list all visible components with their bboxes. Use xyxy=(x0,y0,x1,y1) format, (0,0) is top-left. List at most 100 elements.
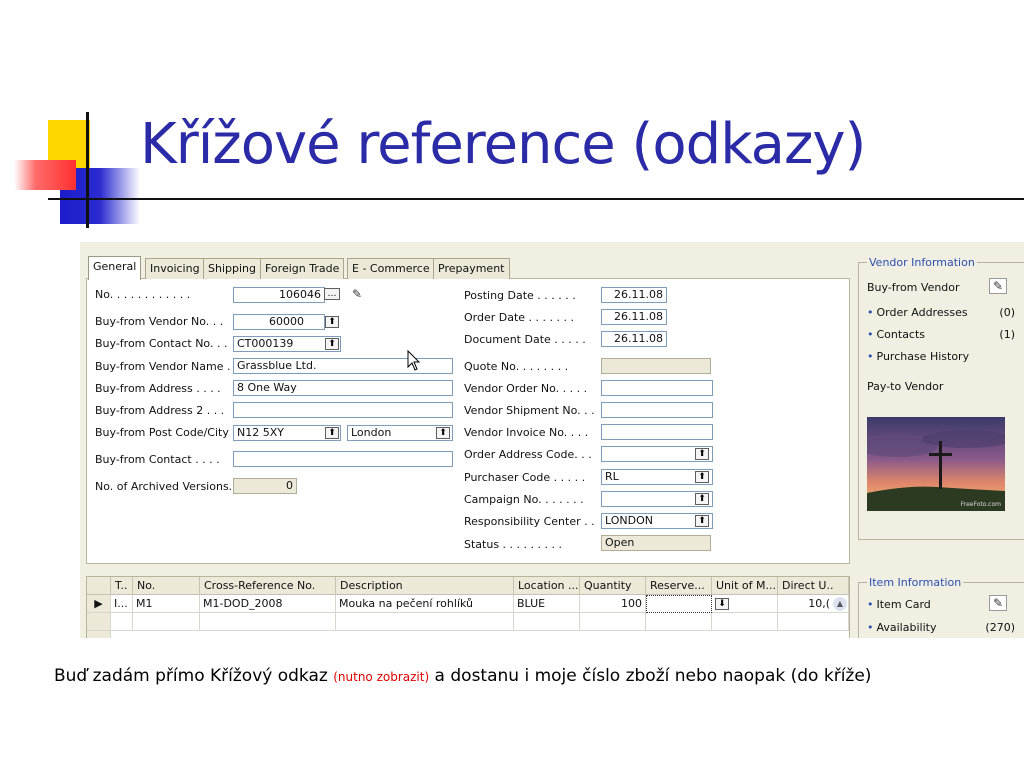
vendor-information-factbox: Vendor Information Buy-from Vendor ✎ • Or… xyxy=(858,256,1024,540)
field-label-buy-from-post-code-city: Buy-from Post Code/City xyxy=(95,426,229,439)
pencil-icon[interactable]: ✎ xyxy=(989,278,1007,294)
row-selector[interactable] xyxy=(87,631,111,638)
line-cross-reference-cell[interactable]: M1-DOD_2008 xyxy=(200,595,336,613)
empty-cell[interactable] xyxy=(336,613,514,631)
vendor-information-title: Vendor Information xyxy=(867,256,977,269)
field-label-buy-from-vendor-no: Buy-from Vendor No. . . xyxy=(95,315,224,328)
vendor-invoice-no-field[interactable] xyxy=(601,424,713,440)
grid-header-description[interactable]: Description xyxy=(336,577,514,595)
arrow-up-icon[interactable]: ⬆ xyxy=(695,493,709,505)
line-location-cell[interactable]: BLUE xyxy=(514,595,580,613)
availability-count: (270) xyxy=(985,621,1015,634)
empty-cell[interactable] xyxy=(200,613,336,631)
empty-cell[interactable] xyxy=(778,613,849,631)
empty-cell[interactable] xyxy=(111,613,133,631)
vendor-order-no-field[interactable] xyxy=(601,380,713,396)
field-label-document-date: Document Date . . . . . xyxy=(464,333,586,346)
tab-prepayment[interactable]: Prepayment xyxy=(433,258,510,279)
buy-from-contact-field[interactable] xyxy=(233,451,453,467)
field-label-archived-versions: No. of Archived Versions. xyxy=(95,480,233,493)
item-information-factbox: Item Information • Item Card ✎ • Availabil… xyxy=(858,576,1024,638)
field-label-posting-date: Posting Date . . . . . . xyxy=(464,289,576,302)
image-watermark: FreeFoto.com xyxy=(960,501,1001,508)
grid-header-unit-of-measure[interactable]: Unit of M... xyxy=(712,577,778,595)
tab-general[interactable]: General xyxy=(88,256,142,280)
empty-cell[interactable] xyxy=(580,613,646,631)
row-selector-icon[interactable]: ▶ xyxy=(87,595,111,613)
document-date-field[interactable]: 26.11.08 xyxy=(601,331,667,347)
bullet-icon: • xyxy=(867,350,874,363)
buy-from-vendor-no-field[interactable]: 60000 xyxy=(233,314,325,330)
status-field: Open xyxy=(601,535,711,551)
slide-title: Křížové reference (odkazy) xyxy=(140,112,866,177)
line-reserved-cell[interactable] xyxy=(646,595,712,613)
line-type-cell[interactable]: I... xyxy=(111,595,133,613)
tab-e-commerce[interactable]: E - Commerce xyxy=(347,258,435,279)
caption-text-2: a dostanu i moje číslo zboží nebo naopak… xyxy=(429,666,872,686)
line-description-cell[interactable]: Mouka na pečení rohlíků xyxy=(336,595,514,613)
buy-from-address-2-field[interactable] xyxy=(233,402,453,418)
bullet-icon: • xyxy=(867,306,874,319)
caption-text-1: Buď zadám přímo Křížový odkaz xyxy=(54,666,334,686)
grid-header-no[interactable]: No. xyxy=(133,577,200,595)
field-label-vendor-shipment-no: Vendor Shipment No. . . xyxy=(464,404,595,417)
grid-header-type[interactable]: T.. xyxy=(111,577,133,595)
line-no-cell[interactable]: M1 xyxy=(133,595,200,613)
arrow-up-icon[interactable]: ⬆ xyxy=(695,515,709,527)
bullet-icon: • xyxy=(867,598,874,611)
purchase-lines-grid: T.. No. Cross-Reference No. Description … xyxy=(86,576,850,638)
field-label-vendor-order-no: Vendor Order No. . . . . xyxy=(464,382,588,395)
posting-date-field[interactable]: 26.11.08 xyxy=(601,287,667,303)
order-date-field[interactable]: 26.11.08 xyxy=(601,309,667,325)
purchase-order-window: General Invoicing Shipping Foreign Trade… xyxy=(80,242,1024,638)
arrow-up-icon[interactable]: ⬆ xyxy=(695,448,709,460)
tab-invoicing[interactable]: Invoicing xyxy=(145,258,205,279)
buy-from-vendor-label: Buy-from Vendor xyxy=(867,281,960,294)
field-label-no: No. . . . . . . . . . . . xyxy=(95,288,191,301)
arrow-up-icon[interactable]: ⬆ xyxy=(325,338,339,350)
grid-header-direct-unit-cost[interactable]: Direct U.. xyxy=(778,577,849,595)
empty-cell[interactable] xyxy=(514,613,580,631)
buy-from-address-field[interactable]: 8 One Way xyxy=(233,380,453,396)
tab-foreign-trade[interactable]: Foreign Trade xyxy=(260,258,345,279)
line-quantity-cell[interactable]: 100 xyxy=(580,595,646,613)
purchase-history-link[interactable]: • Purchase History xyxy=(867,350,969,363)
archived-versions-field: 0 xyxy=(233,478,297,494)
vendor-shipment-no-field[interactable] xyxy=(601,402,713,418)
field-label-quote-no: Quote No. . . . . . . . xyxy=(464,360,569,373)
arrow-up-icon[interactable]: ⬆ xyxy=(436,427,450,439)
bullet-icon: • xyxy=(867,328,874,341)
arrow-up-icon[interactable]: ⬆ xyxy=(325,427,339,439)
item-card-link[interactable]: • Item Card xyxy=(867,598,931,611)
field-label-campaign-no: Campaign No. . . . . . . xyxy=(464,493,584,506)
scroll-up-icon[interactable]: ▲ xyxy=(833,597,847,611)
grid-header-location[interactable]: Location ... xyxy=(514,577,580,595)
field-label-buy-from-vendor-name: Buy-from Vendor Name . xyxy=(95,360,231,373)
grid-header-quantity[interactable]: Quantity xyxy=(580,577,646,595)
tab-shipping[interactable]: Shipping xyxy=(203,258,261,279)
arrow-up-icon[interactable]: ⬆ xyxy=(325,316,339,328)
field-label-buy-from-address: Buy-from Address . . . . xyxy=(95,382,221,395)
pencil-icon[interactable]: ✎ xyxy=(989,595,1007,611)
slide-caption: Buď zadám přímo Křížový odkaz (nutno zob… xyxy=(54,666,871,686)
order-addresses-count: (0) xyxy=(999,306,1015,319)
pencil-icon[interactable]: ✎ xyxy=(348,286,366,302)
no-field[interactable]: 106046 xyxy=(233,287,325,303)
grid-header-cross-reference-no[interactable]: Cross-Reference No. xyxy=(200,577,336,595)
field-label-purchaser-code: Purchaser Code . . . . . xyxy=(464,471,586,484)
availability-link[interactable]: • Availability xyxy=(867,621,936,634)
ellipsis-icon[interactable]: … xyxy=(324,288,340,300)
field-label-vendor-invoice-no: Vendor Invoice No. . . . xyxy=(464,426,589,439)
contacts-link[interactable]: • Contacts xyxy=(867,328,925,341)
arrow-down-icon[interactable]: ⬇ xyxy=(715,598,729,610)
order-addresses-link[interactable]: • Order Addresses xyxy=(867,306,968,319)
arrow-up-icon[interactable]: ⬆ xyxy=(695,471,709,483)
empty-cell[interactable] xyxy=(712,613,778,631)
row-selector[interactable] xyxy=(87,613,111,631)
grid-header-reserved[interactable]: Reserve... xyxy=(646,577,712,595)
empty-cell[interactable] xyxy=(133,613,200,631)
field-label-buy-from-contact: Buy-from Contact . . . . xyxy=(95,453,220,466)
empty-cell[interactable] xyxy=(646,613,712,631)
pay-to-vendor-label: Pay-to Vendor xyxy=(867,380,944,393)
vendor-picture: FreeFoto.com xyxy=(867,417,1005,511)
